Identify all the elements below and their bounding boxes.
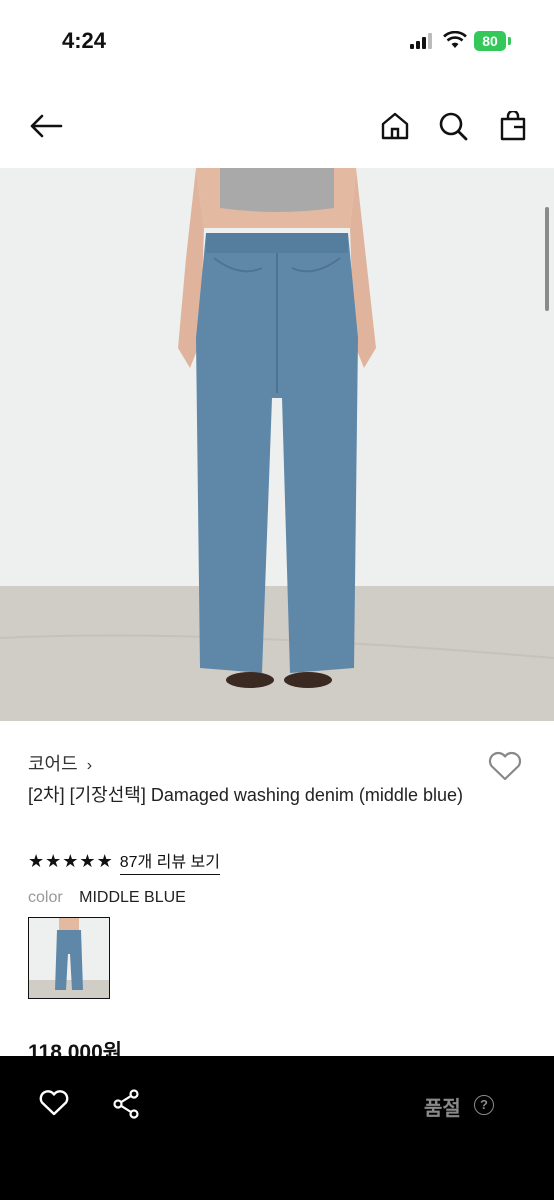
search-button[interactable]: [436, 108, 470, 144]
heart-icon: [488, 751, 522, 781]
chevron-right-icon: ›: [86, 757, 93, 774]
star-icon: ★: [28, 850, 45, 871]
color-row: color MIDDLE BLUE: [28, 889, 186, 907]
battery-indicator: 80: [474, 31, 506, 51]
star-icon: ★: [62, 850, 79, 871]
color-value: MIDDLE BLUE: [79, 889, 186, 906]
cellular-signal-icon: [410, 33, 432, 49]
share-button[interactable]: [112, 1089, 140, 1124]
heart-icon: [39, 1090, 69, 1116]
rating-row: ★ ★ ★ ★ ★ 87개 리뷰 보기: [28, 848, 220, 875]
status-bar: 4:24 80: [0, 0, 554, 80]
wishlist-button[interactable]: [487, 750, 523, 787]
search-icon: [439, 112, 468, 141]
star-icon: ★: [79, 850, 96, 871]
star-icon: ★: [96, 850, 113, 871]
home-button[interactable]: [378, 108, 412, 144]
product-title: [2차] [기장선택] Damaged washing denim (middl…: [28, 785, 463, 805]
back-button[interactable]: [26, 108, 66, 144]
battery-tip: [508, 37, 511, 45]
review-link[interactable]: 87개 리뷰 보기: [119, 848, 220, 875]
product-photo: [0, 168, 554, 721]
shopping-bag-icon: [500, 111, 526, 141]
thumbnail-photo: [29, 918, 109, 998]
top-navigation: [0, 100, 554, 160]
brand-name: 코어드: [28, 754, 78, 774]
bottom-action-bar: 품절 ?: [0, 1056, 554, 1200]
status-time: 4:24: [62, 28, 107, 53]
wifi-icon: [443, 31, 467, 48]
home-icon: [381, 112, 409, 140]
shopping-bag-button[interactable]: [496, 108, 530, 144]
bottom-wishlist-button[interactable]: [38, 1089, 70, 1122]
star-icon: ★: [45, 850, 62, 871]
back-arrow-icon: [30, 114, 63, 138]
share-icon: [113, 1089, 139, 1119]
brand-link[interactable]: 코어드 ›: [28, 750, 92, 776]
help-icon[interactable]: ?: [474, 1095, 494, 1115]
color-label: color: [28, 889, 63, 906]
color-option-thumbnail[interactable]: [28, 917, 110, 999]
image-scroll-indicator[interactable]: [545, 207, 549, 311]
sold-out-label: 품절: [424, 1098, 461, 1120]
product-image[interactable]: [0, 168, 554, 721]
